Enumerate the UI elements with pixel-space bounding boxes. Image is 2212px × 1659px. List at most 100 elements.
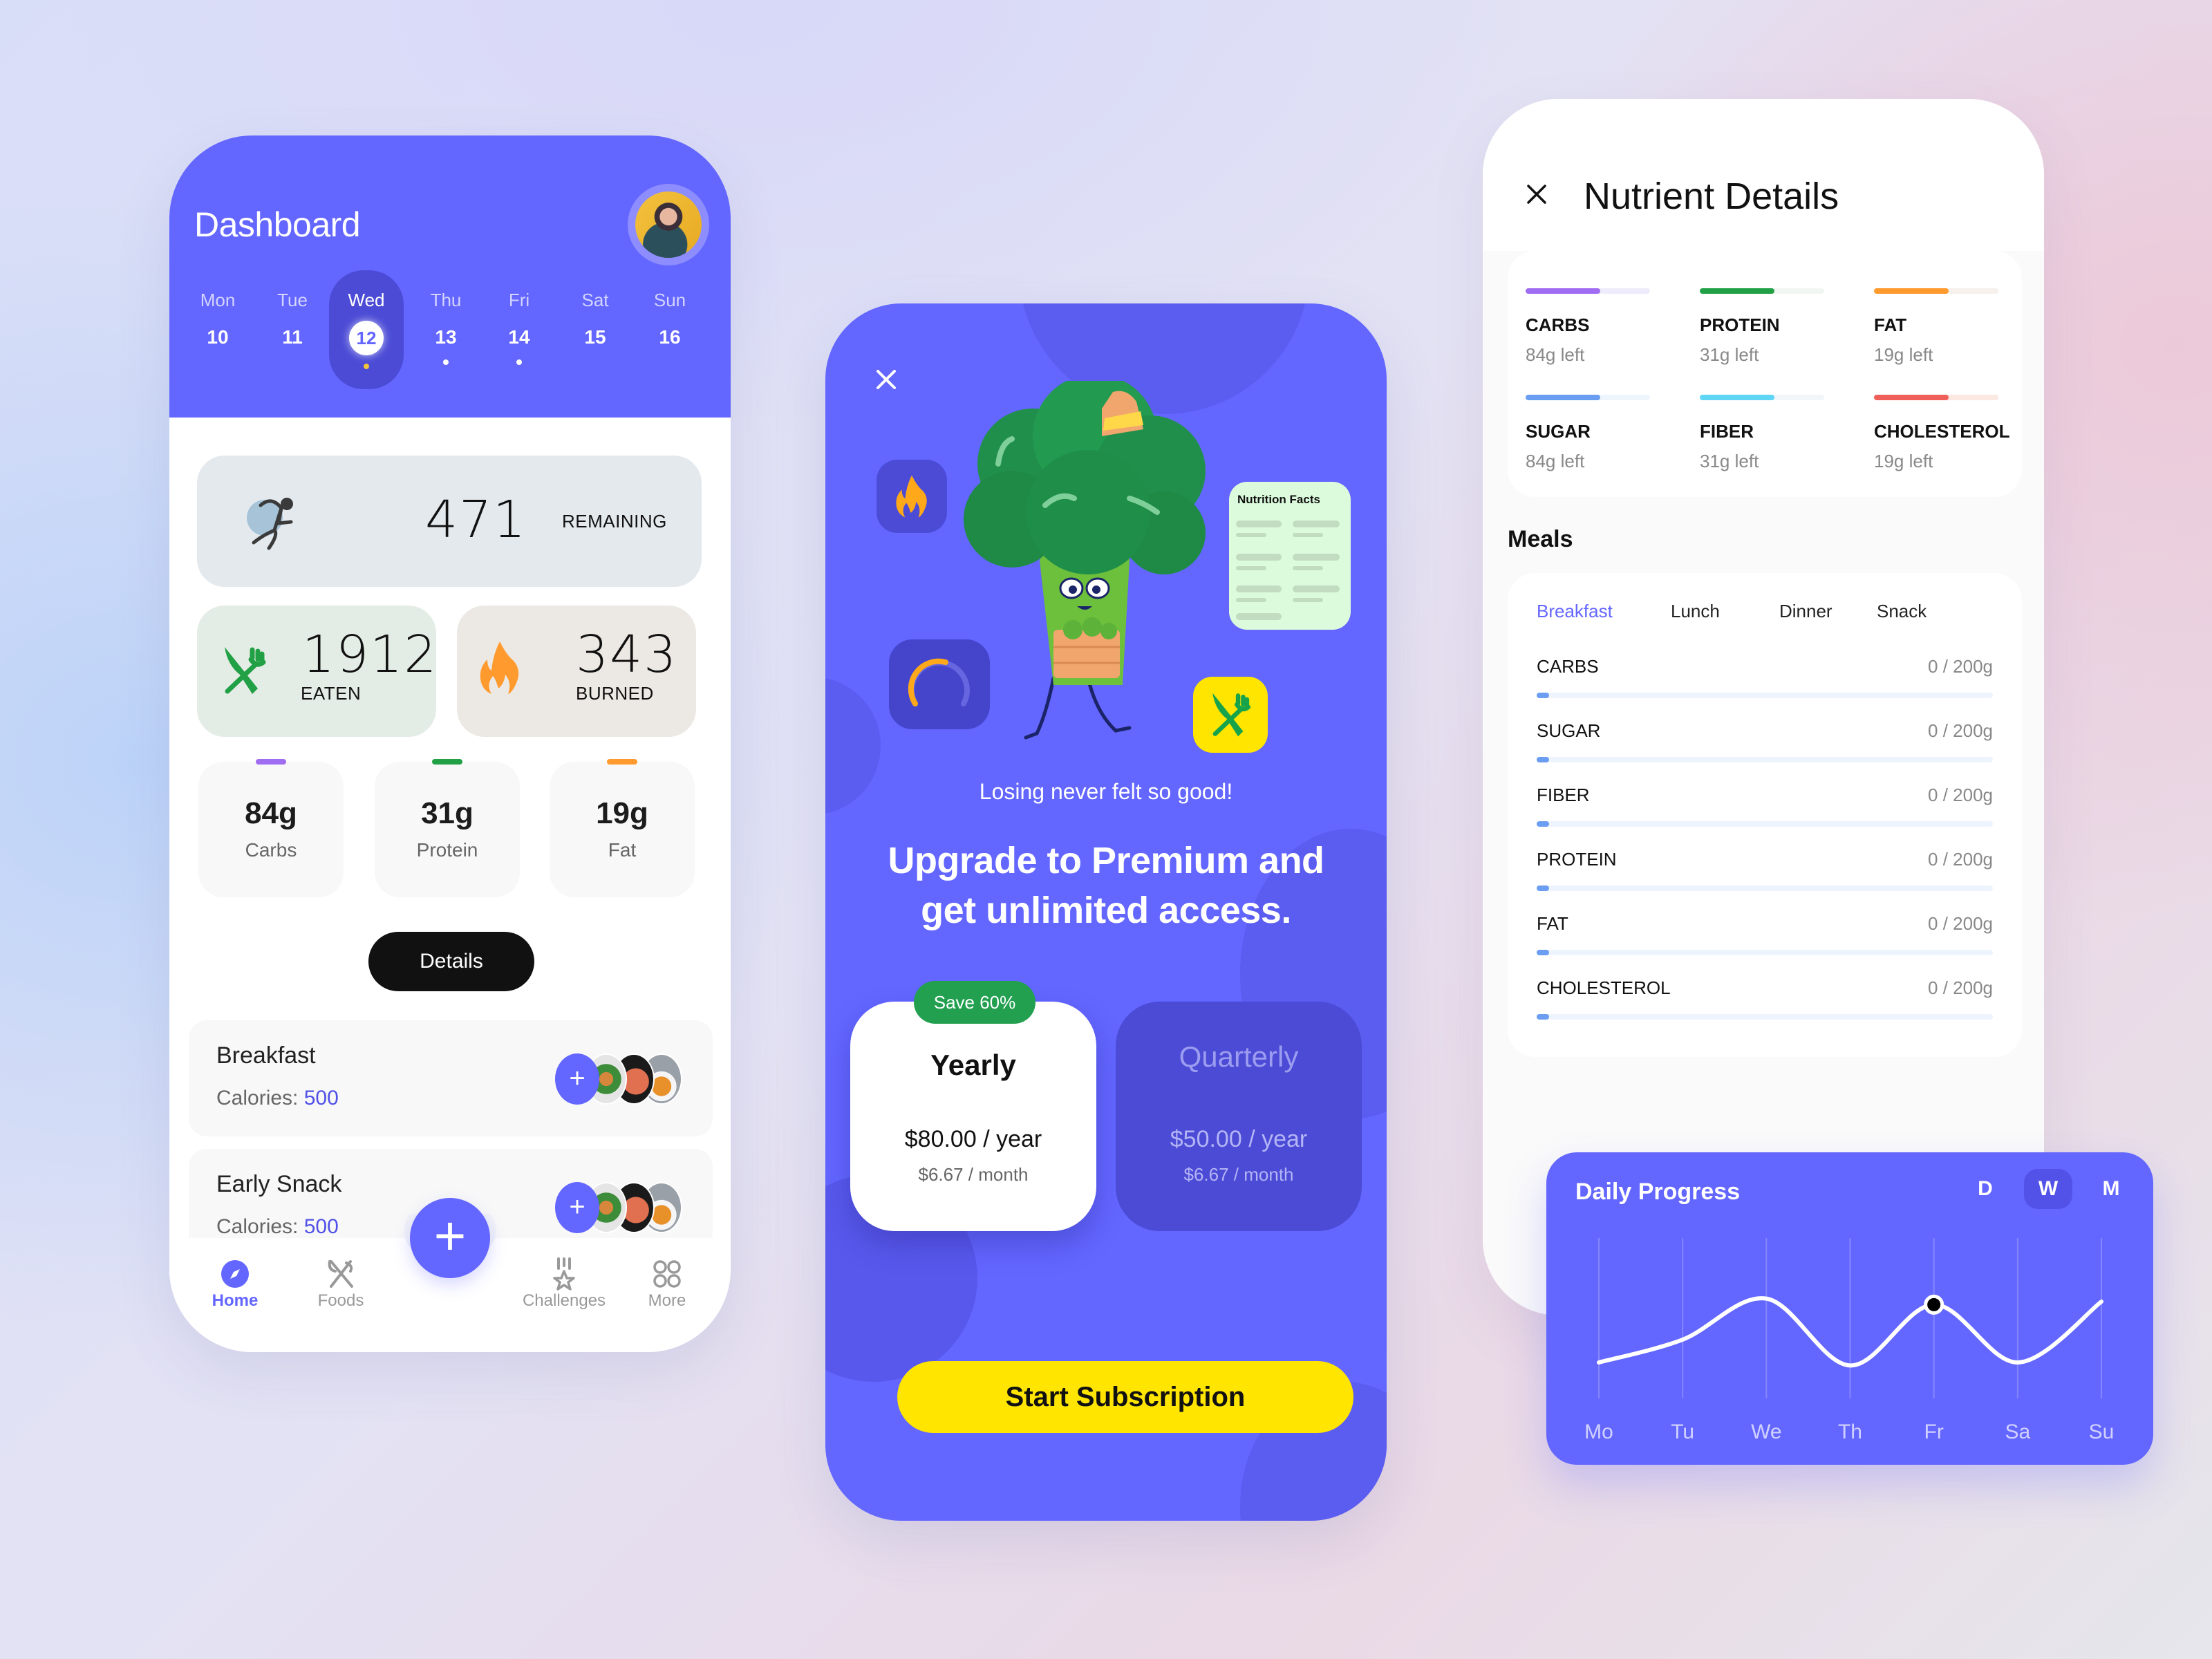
nutrient-progress-fill [1700, 288, 1774, 294]
close-icon[interactable] [872, 366, 900, 393]
day-date: 11 [282, 326, 303, 348]
macro-color-bar [256, 759, 286, 765]
highlighted-data-point[interactable] [1924, 1294, 1944, 1315]
nutrient-progress-bar [1526, 288, 1650, 294]
activity-dot [364, 364, 369, 369]
plan-price: $50.00 / year [1170, 1126, 1308, 1152]
macro-value: 31g [421, 796, 474, 830]
calories-value: 500 [303, 1215, 339, 1238]
meal-nutrient-progress-bar [1537, 950, 1993, 955]
day-sun[interactable]: Sun 16 [635, 270, 704, 389]
meal-nutrient-name: CHOLESTEROL [1537, 977, 1671, 998]
meal-nutrient-name: CARBS [1537, 656, 1599, 677]
meal-name: Breakfast [216, 1042, 316, 1069]
nutrient-remaining: 19g left [1874, 344, 1933, 365]
day-name: Mon [200, 290, 236, 310]
meal-nutrient-progress-bar [1537, 821, 1993, 827]
meal-nutrient-name: SUGAR [1537, 720, 1601, 741]
tab-snack[interactable]: Snack [1877, 601, 1927, 622]
dashboard-header: Dashboard Mon 10 Tue 11 Wed 12 Thu 13 Fri 14 Sat 15… [169, 135, 731, 418]
page-title: Nutrient Details [1584, 176, 1839, 217]
day-tue[interactable]: Tue 11 [258, 270, 327, 389]
activity-dot [516, 359, 522, 365]
burned-card: 343 BURNED [457, 606, 696, 737]
macro-protein: 31g Protein [375, 759, 520, 897]
avatar[interactable] [628, 184, 709, 265]
save-badge: Save 60% [914, 981, 1035, 1024]
macro-label: Protein [416, 839, 478, 861]
meal-nutrient-progress-bar [1537, 693, 1993, 698]
x-tick-label: Mo [1584, 1421, 1613, 1443]
tab-foods[interactable]: Foods [299, 1257, 382, 1311]
nutrient-name: CARBS [1526, 315, 1590, 335]
tab-label: Foods [317, 1291, 364, 1310]
plan-quarterly[interactable]: Quarterly $50.00 / year $6.67 / month [1116, 1002, 1362, 1231]
meal-nutrient-name: PROTEIN [1537, 849, 1617, 870]
tab-more[interactable]: More [626, 1257, 709, 1311]
nutrient-sugar: SUGAR 84g left [1526, 395, 1664, 472]
day-date: 14 [508, 326, 530, 348]
meal-nutrient-row: FAT 0 / 200g [1537, 913, 1993, 955]
premium-screen: Nutrition Facts Losing never felt so goo… [825, 303, 1387, 1521]
day-mon[interactable]: Mon 10 [183, 270, 252, 389]
utensils-icon [225, 647, 266, 694]
meal-calories: Calories: 500 [216, 1215, 339, 1239]
medal-icon [553, 1257, 575, 1291]
x-tick-label: Su [2089, 1421, 2115, 1443]
meal-nutrient-progress-bar [1537, 1014, 1993, 1020]
nutrient-progress-fill [1874, 288, 1949, 294]
day-date: 13 [435, 326, 457, 348]
meal-nutrient-progress-fill [1537, 821, 1549, 827]
add-food-button[interactable]: + [555, 1182, 599, 1233]
daily-progress-card: Daily Progress D W M Mo Tu We Th Fr Sa Su [1546, 1152, 2153, 1465]
nutrient-progress-fill [1874, 395, 1949, 400]
day-wed[interactable]: Wed 12 [329, 270, 404, 389]
nutrient-progress-bar [1526, 395, 1650, 400]
nutrition-facts-label: Nutrition Facts [1237, 493, 1320, 506]
period-month-toggle[interactable]: M [2087, 1169, 2135, 1209]
day-sat[interactable]: Sat 15 [561, 270, 630, 389]
plan-yearly[interactable]: Yearly $80.00 / year $6.67 / month [850, 1002, 1096, 1231]
nutrient-remaining: 31g left [1700, 344, 1759, 365]
tab-breakfast[interactable]: Breakfast [1537, 601, 1613, 622]
dashboard-screen: Dashboard Mon 10 Tue 11 Wed 12 Thu 13 Fri 14 Sat 15… [169, 135, 731, 1352]
flame-icon [480, 641, 519, 694]
start-subscription-button[interactable]: Start Subscription [897, 1361, 1353, 1433]
meal-card-breakfast[interactable]: Breakfast Calories: 500 + [189, 1020, 713, 1136]
meal-nutrient-row: PROTEIN 0 / 200g [1537, 849, 1993, 891]
period-day-toggle[interactable]: D [1961, 1169, 2009, 1209]
meal-nutrient-progress-fill [1537, 885, 1549, 891]
details-button[interactable]: Details [368, 932, 534, 991]
nutrient-progress-bar [1700, 288, 1824, 294]
day-fri[interactable]: Fri 14 [485, 270, 554, 389]
utensils-icon [328, 1260, 353, 1288]
meal-nutrient-value: 0 / 200g [1928, 913, 1993, 934]
tab-challenges[interactable]: Challenges [512, 1257, 616, 1311]
plan-monthly-price: $6.67 / month [1183, 1164, 1294, 1185]
premium-subtitle: Losing never felt so good! [979, 779, 1233, 804]
meal-nutrient-progress-bar [1537, 885, 1993, 891]
add-button[interactable]: + [410, 1198, 490, 1278]
premium-title-line: Upgrade to Premium and [888, 840, 1324, 881]
nutrient-cholesterol: CHOLESTEROL 19g left [1874, 395, 2012, 472]
close-icon[interactable] [1524, 182, 1549, 207]
meal-nutrient-row: FIBER 0 / 200g [1537, 785, 1993, 827]
period-week-toggle[interactable]: W [2024, 1169, 2072, 1209]
meal-nutrient-row: SUGAR 0 / 200g [1537, 720, 1993, 762]
calories-label: Calories: [216, 1087, 299, 1109]
flame-icon [896, 475, 927, 518]
tab-home[interactable]: Home [194, 1257, 276, 1311]
add-food-button[interactable]: + [555, 1053, 599, 1105]
tab-dinner[interactable]: Dinner [1779, 601, 1833, 622]
macro-color-bar [432, 759, 462, 765]
plan-monthly-price: $6.67 / month [918, 1164, 1029, 1185]
nutrient-name: FAT [1874, 315, 1907, 335]
nutrient-progress-bar [1874, 395, 1998, 400]
day-thu[interactable]: Thu 13 [411, 270, 480, 389]
eaten-label: EATEN [301, 683, 362, 704]
x-tick-label: Fr [1924, 1421, 1944, 1443]
remaining-value: 471 [425, 490, 527, 550]
meal-name: Early Snack [216, 1171, 342, 1197]
eaten-card: 1912 EATEN [197, 606, 436, 737]
tab-lunch[interactable]: Lunch [1671, 601, 1720, 622]
